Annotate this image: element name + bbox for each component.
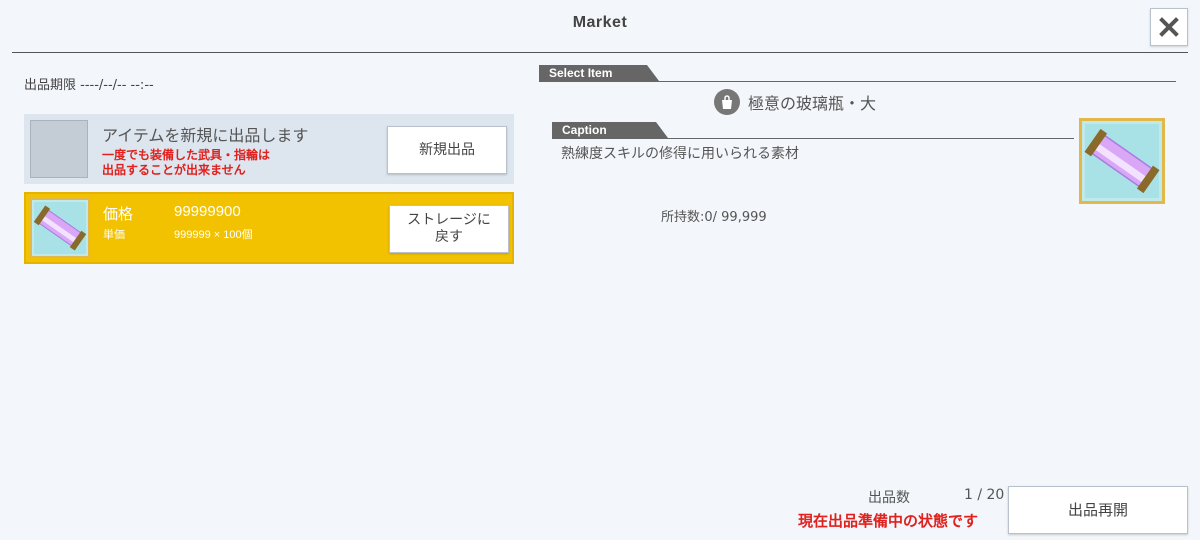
resume-listing-button[interactable]: 出品再開: [1008, 486, 1188, 534]
listing-count-label: 出品数: [868, 490, 910, 506]
new-listing-title: アイテムを新規に出品します: [102, 126, 309, 145]
status-message: 現在出品準備中の状態です: [798, 512, 979, 530]
glass-vial-icon: [30, 198, 90, 258]
new-listing-row: アイテムを新規に出品します 一度でも装備した武具・指輪は 出品することが出来ませ…: [24, 114, 514, 184]
listing-count-value: 1 / 20: [964, 487, 1005, 503]
price-label: 価格: [103, 206, 134, 223]
caption-tab: Caption: [552, 122, 668, 138]
caption-text: 熟練度スキルの修得に用いられる素材: [561, 146, 799, 162]
return-button-line2: 戻す: [434, 229, 463, 245]
caption-divider: [552, 138, 1074, 139]
empty-item-slot: [30, 120, 88, 178]
item-name-text: 極意の玻璃瓶・大: [748, 94, 877, 113]
owned-count: 所持数:0/ 99,999: [661, 210, 767, 225]
unit-price-value: 999999 × 100個: [174, 229, 253, 241]
unit-price-label: 単価: [103, 229, 125, 241]
header-divider: [12, 52, 1188, 53]
select-item-tab: Select Item: [539, 65, 659, 81]
price-value: 99999900: [174, 203, 241, 220]
equip-warning-line1: 一度でも装備した武具・指輪は: [102, 148, 271, 162]
return-button-line1: ストレージに: [407, 212, 491, 228]
equip-warning-line2: 出品することが出来ません: [102, 163, 246, 177]
return-to-storage-button[interactable]: ストレージに 戻す: [389, 205, 509, 253]
listed-item-row[interactable]: 価格 99999900 単価 999999 × 100個 ストレージに 戻す: [24, 192, 514, 264]
bag-icon: [714, 89, 740, 115]
page-title: Market: [572, 14, 628, 31]
listing-deadline: 出品期限 ----/--/-- --:--: [24, 78, 154, 93]
equip-warning: 一度でも装備した武具・指輪は 出品することが出来ません: [102, 148, 382, 178]
close-button[interactable]: [1150, 8, 1188, 46]
select-item-divider: [539, 81, 1176, 82]
new-listing-button[interactable]: 新規出品: [387, 126, 507, 174]
close-icon: [1159, 17, 1179, 37]
selected-item-name: 極意の玻璃瓶・大: [714, 88, 876, 116]
glass-vial-large-icon: [1079, 118, 1165, 204]
